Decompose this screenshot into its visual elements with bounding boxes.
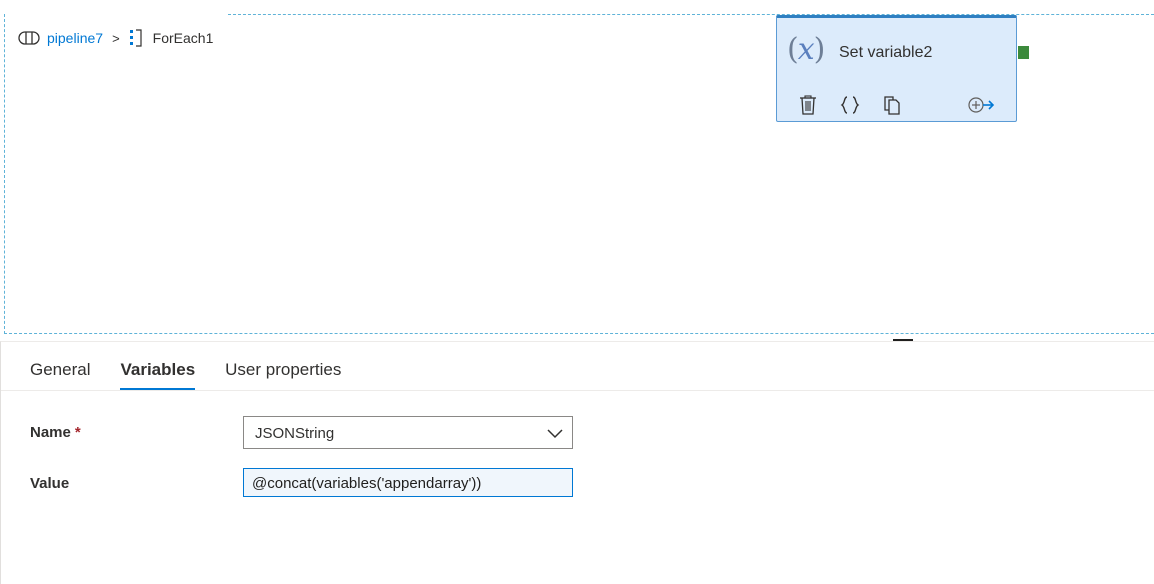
required-marker: * <box>74 424 81 441</box>
value-label: Value <box>30 475 70 492</box>
delete-icon[interactable] <box>797 94 819 116</box>
copy-icon[interactable] <box>881 94 903 116</box>
breadcrumb-separator: > <box>112 30 120 46</box>
variable-value-text: @concat(variables('appendarray')) <box>252 475 482 492</box>
chevron-down-icon <box>547 426 563 440</box>
variable-name-value: JSONString <box>255 425 335 442</box>
variable-icon: (x) <box>787 32 825 67</box>
name-label-text: Name <box>30 424 71 441</box>
breadcrumb-pipeline-link[interactable]: pipeline7 <box>47 30 103 46</box>
activity-toolbar <box>797 94 1007 116</box>
activity-title: Set variable2 <box>839 44 933 61</box>
tabs-divider <box>1 390 1154 391</box>
breadcrumb: pipeline7 > ForEach1 <box>18 28 213 48</box>
tab-user-properties[interactable]: User properties <box>225 360 341 390</box>
value-row: Value <box>30 475 69 493</box>
breadcrumb-current: ForEach1 <box>152 30 214 46</box>
properties-tabs: General Variables User properties <box>30 360 371 390</box>
pipeline-canvas[interactable]: pipeline7 > ForEach1 (x) Set variable2 <box>0 0 1154 340</box>
tab-variables[interactable]: Variables <box>120 360 196 390</box>
code-icon[interactable] <box>839 94 861 116</box>
name-row: Name * <box>30 424 81 442</box>
pipeline-icon <box>18 30 40 46</box>
foreach-icon <box>129 29 143 47</box>
add-output-icon[interactable] <box>967 94 995 116</box>
variable-name-dropdown[interactable]: JSONString <box>243 416 573 449</box>
variable-value-input[interactable]: @concat(variables('appendarray')) <box>243 468 573 497</box>
set-variable-activity[interactable]: (x) Set variable2 <box>776 15 1017 122</box>
tab-general[interactable]: General <box>30 360 90 390</box>
variable-icon-text: x <box>797 32 815 67</box>
name-label: Name * <box>30 424 81 441</box>
success-output-port[interactable] <box>1018 46 1029 59</box>
properties-panel: General Variables User properties Name * … <box>0 341 1154 584</box>
